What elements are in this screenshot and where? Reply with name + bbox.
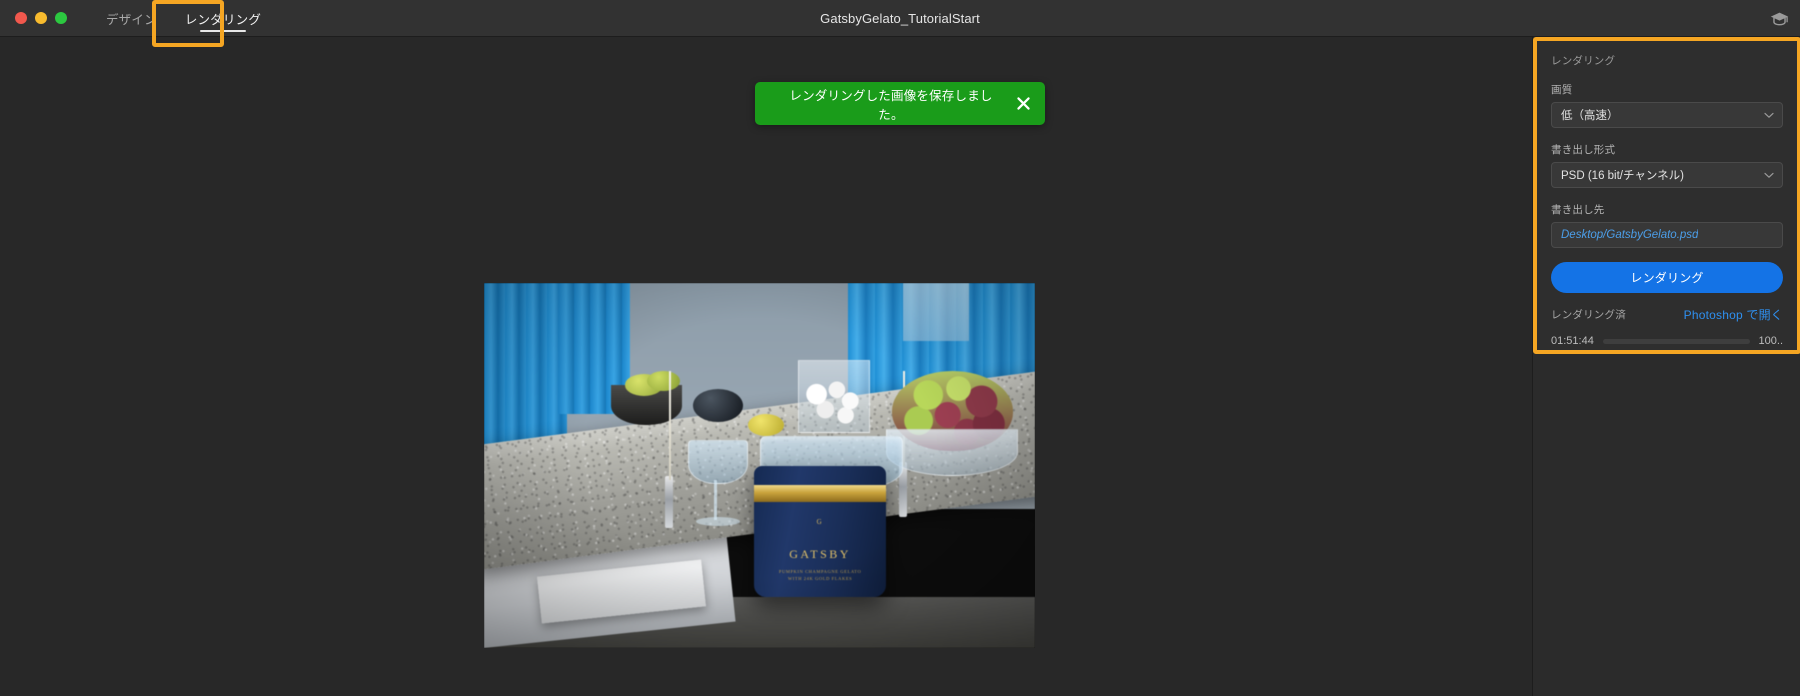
format-label: 書き出し形式 xyxy=(1551,144,1616,156)
graduation-cap-icon xyxy=(1770,11,1789,27)
progress-percent: 100.. xyxy=(1758,335,1783,347)
chevron-down-icon xyxy=(1764,106,1774,124)
tab-render-label: レンダリング xyxy=(184,13,262,27)
destination-value: Desktop/GatsbyGelato.psd xyxy=(1561,229,1699,241)
scene-goblet-stem xyxy=(714,480,718,521)
panel-title: レンダリング xyxy=(1551,55,1616,67)
scene-vase xyxy=(798,359,870,433)
title-bar: デザイン レンダリング GatsbyGelato_TutorialStart xyxy=(0,0,1800,37)
gelato-tub-tagline: PUMPKIN CHAMPAGNE GELATO WITH 24K GOLD F… xyxy=(754,568,886,582)
toast-close-button[interactable] xyxy=(1001,82,1045,125)
scene-candlestick-left xyxy=(664,476,673,528)
save-confirmation-toast: レンダリングした画像を保存しました。 xyxy=(755,82,1045,125)
learn-button[interactable] xyxy=(1758,0,1800,37)
scene-goblet xyxy=(687,439,749,484)
active-tab-underline xyxy=(199,30,246,32)
quality-label: 画質 xyxy=(1551,84,1573,96)
scene-candle-left xyxy=(668,370,671,481)
elapsed-time: 01:51:44 xyxy=(1551,335,1594,347)
zoom-window-button[interactable] xyxy=(55,12,67,24)
gelato-tub-monogram: G xyxy=(816,518,824,527)
tab-render[interactable]: レンダリング xyxy=(171,0,275,37)
quality-value: 低（高速） xyxy=(1561,110,1619,122)
window-title-text: GatsbyGelato_TutorialStart xyxy=(820,11,980,26)
render-button-label: レンダリング xyxy=(1630,271,1704,285)
gelato-tub-gold-band xyxy=(753,485,887,503)
format-select[interactable]: PSD (16 bit/チャンネル) xyxy=(1551,162,1783,188)
mode-tabs: デザイン レンダリング xyxy=(92,0,275,37)
sidebar-empty-area xyxy=(1533,354,1800,696)
minimize-window-button[interactable] xyxy=(35,12,47,24)
render-status-row: レンダリング済 Photoshop で開く xyxy=(1551,306,1783,323)
format-value: PSD (16 bit/チャンネル) xyxy=(1561,170,1684,182)
gelato-tub-brand: GATSBY xyxy=(789,546,851,561)
chevron-down-icon xyxy=(1764,166,1774,184)
tab-design-label: デザイン xyxy=(106,13,157,27)
open-in-photoshop-link[interactable]: Photoshop で開く xyxy=(1684,306,1783,323)
right-sidebar: レンダリング 画質 低（高速） 書き出し形式 PSD (16 bit/チャンネル… xyxy=(1532,37,1800,696)
close-icon xyxy=(1016,96,1031,111)
render-settings-panel: レンダリング 画質 低（高速） 書き出し形式 PSD (16 bit/チャンネル… xyxy=(1537,41,1797,350)
close-window-button[interactable] xyxy=(15,12,27,24)
scene-lime-b xyxy=(646,370,680,391)
canvas-workspace[interactable]: G GATSBY PUMPKIN CHAMPAGNE GELATO WITH 2… xyxy=(0,37,1532,696)
progress-bar xyxy=(1602,338,1750,344)
scene-gelato-tub: G GATSBY PUMPKIN CHAMPAGNE GELATO WITH 2… xyxy=(753,465,887,597)
quality-select[interactable]: 低（高速） xyxy=(1551,102,1783,128)
tab-design[interactable]: デザイン xyxy=(92,0,171,37)
gelato-tagline-line-1: PUMPKIN CHAMPAGNE GELATO xyxy=(778,568,862,574)
window-controls xyxy=(15,12,67,24)
destination-input[interactable]: Desktop/GatsbyGelato.psd xyxy=(1551,222,1783,248)
scene-window xyxy=(902,283,969,342)
destination-label: 書き出し先 xyxy=(1551,204,1605,216)
scene-goblet-foot xyxy=(696,516,741,526)
render-status-label: レンダリング済 xyxy=(1551,309,1626,321)
render-progress-row: 01:51:44 100.. xyxy=(1551,335,1783,347)
toast-message: レンダリングした画像を保存しました。 xyxy=(789,88,993,122)
rendered-scene: G GATSBY PUMPKIN CHAMPAGNE GELATO WITH 2… xyxy=(484,283,1035,648)
application-window: デザイン レンダリング GatsbyGelato_TutorialStart G… xyxy=(0,0,1800,696)
scene-dark-fruit xyxy=(693,388,743,422)
rendered-image[interactable]: G GATSBY PUMPKIN CHAMPAGNE GELATO WITH 2… xyxy=(484,283,1035,648)
render-button[interactable]: レンダリング xyxy=(1551,262,1783,293)
gelato-tagline-line-2: WITH 24K GOLD FLAKES xyxy=(787,576,853,582)
